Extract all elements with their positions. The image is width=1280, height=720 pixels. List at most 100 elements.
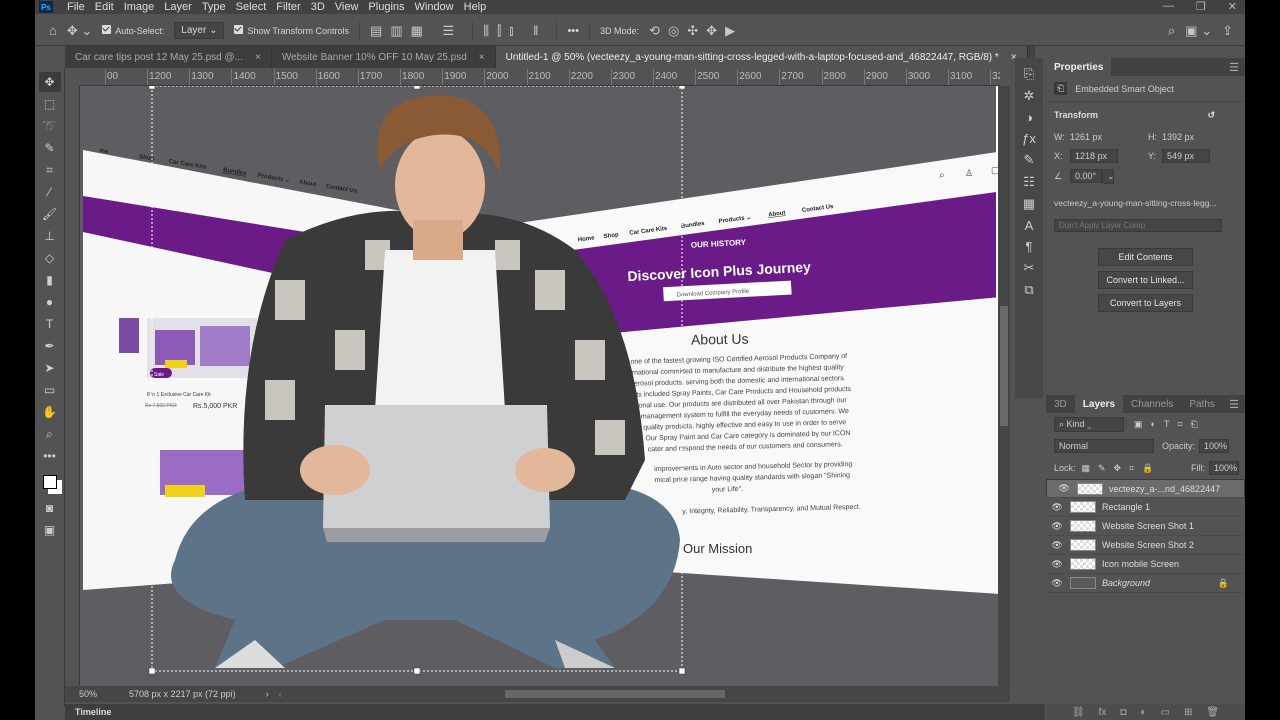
quick-select-tool-icon[interactable]: ✎ (39, 138, 61, 158)
history-icon[interactable]: ⎘ (1024, 66, 1034, 82)
marquee-tool-icon[interactable]: ⬚ (39, 94, 61, 114)
lock-icons[interactable]: ▦✎✥⌗🔒 (1082, 463, 1162, 474)
delete-layer-icon[interactable]: 🗑 (1206, 707, 1219, 718)
share-icon[interactable]: ⇪ (1222, 23, 1233, 39)
path-select-tool-icon[interactable]: ➤ (39, 358, 61, 378)
tab-layers[interactable]: Layers (1074, 395, 1124, 413)
auto-select-checkbox[interactable]: Auto-Select: (102, 24, 164, 37)
tab-car-care-tips[interactable]: Car care tips post 12 May 25.psd @... × (65, 46, 272, 68)
layer-row[interactable]: 👁 Website Screen Shot 1 (1046, 517, 1245, 536)
layer-row[interactable]: 👁 Website Screen Shot 2 (1046, 536, 1245, 555)
distribute-icons[interactable]: ⫼⫿⫾ ‖ (483, 23, 546, 39)
visibility-eye-icon[interactable]: 👁 (1053, 483, 1075, 494)
layer-select-dropdown[interactable]: Layer ⌄ (174, 22, 225, 39)
paragraph-icon[interactable]: ¶ (1026, 239, 1033, 254)
layer-row[interactable]: 👁 Icon mobile Screen (1046, 555, 1245, 574)
menu-image[interactable]: Image (124, 1, 155, 13)
eyedropper-tool-icon[interactable]: ⁄ (39, 182, 61, 202)
brushes-icon[interactable]: ✎ (1024, 152, 1035, 168)
menu-view[interactable]: View (335, 1, 359, 13)
styles-fx-icon[interactable]: ƒx (1022, 131, 1036, 146)
scroll-left-icon[interactable]: ‹ (279, 689, 282, 699)
x-input[interactable]: 1218 px (1070, 149, 1118, 163)
close-window-button[interactable]: ✕ (1228, 0, 1237, 13)
hand-tool-icon[interactable]: ✋ (39, 402, 61, 422)
add-mask-icon[interactable]: ◘ (1120, 707, 1126, 718)
properties-tab[interactable]: Properties (1046, 58, 1112, 76)
horizontal-scrollbar[interactable] (505, 690, 725, 698)
brush-tool-icon[interactable]: 🖌 (39, 204, 61, 224)
fill-input[interactable]: 100% (1209, 461, 1239, 475)
angle-input[interactable]: 0.00° (1070, 169, 1102, 183)
libraries-icon[interactable]: ▦ (1023, 196, 1035, 212)
type-tool-icon[interactable]: T (39, 314, 61, 334)
tab-channels[interactable]: Channels (1123, 395, 1181, 413)
tab-website-banner[interactable]: Website Banner 10% OFF 10 May 25.psd × (271, 46, 496, 68)
zoom-tool-icon[interactable]: ⌕ (39, 424, 61, 444)
pen-tool-icon[interactable]: ✒ (39, 336, 61, 356)
stamp-tool-icon[interactable]: ⊥ (39, 226, 61, 246)
layer-row[interactable]: 👁 Rectangle 1 (1046, 498, 1245, 517)
new-layer-icon[interactable]: ⊞ (1184, 707, 1192, 718)
visibility-eye-icon[interactable]: 👁 (1046, 502, 1068, 513)
fx-icon[interactable]: fx (1099, 707, 1107, 718)
more-tools-icon[interactable]: ••• (39, 446, 61, 466)
tab-close-icon[interactable]: × (479, 52, 485, 63)
visibility-eye-icon[interactable]: 👁 (1046, 578, 1068, 589)
vertical-scrollbar[interactable] (998, 86, 1010, 686)
gradient-tool-icon[interactable]: ▮ (39, 270, 61, 290)
panel-menu-icon[interactable]: ☰ (1229, 61, 1239, 74)
menu-filter[interactable]: Filter (276, 1, 300, 13)
reset-transform-icon[interactable]: ↺ (1207, 110, 1215, 121)
zoom-level[interactable]: 50% (65, 689, 115, 699)
tab-3d[interactable]: 3D (1046, 395, 1075, 413)
brush-settings-icon[interactable]: ✲ (1024, 88, 1035, 104)
layer-row[interactable]: 👁 vecteezy_a-...nd_46822447 (1046, 479, 1245, 498)
blend-mode-dropdown[interactable]: Normal (1054, 439, 1154, 453)
opacity-input[interactable]: 100% (1199, 439, 1230, 453)
layer-comp-dropdown[interactable]: Don't Apply Layer Comp (1054, 218, 1222, 232)
timeline-panel-tab[interactable]: Timeline (65, 704, 1045, 720)
show-transform-checkbox[interactable]: Show Transform Controls (234, 24, 349, 37)
visibility-eye-icon[interactable]: 👁 (1046, 559, 1068, 570)
restore-button[interactable]: ❐ (1196, 0, 1206, 13)
dodge-tool-icon[interactable]: ● (39, 292, 61, 312)
properties-sliders-icon[interactable]: ☷ (1023, 174, 1035, 190)
tools-presets-icon[interactable]: ✂ (1024, 260, 1035, 276)
convert-to-linked-button[interactable]: Convert to Linked... (1098, 271, 1193, 289)
angle-dropdown[interactable]: ⌄ (1102, 168, 1115, 184)
minimize-button[interactable]: — (1163, 0, 1174, 13)
screen-mode-icon[interactable]: ▣ (39, 520, 61, 540)
convert-to-layers-button[interactable]: Convert to Layers (1098, 294, 1193, 312)
adjustments-icon[interactable]: ◑ (1025, 110, 1033, 125)
y-input[interactable]: 549 px (1162, 149, 1210, 163)
visibility-eye-icon[interactable]: 👁 (1046, 521, 1068, 532)
crop-tool-icon[interactable]: ⌗ (39, 160, 61, 180)
navigator-icon[interactable]: ⧉ (1024, 282, 1033, 298)
menu-help[interactable]: Help (464, 1, 487, 13)
tab-untitled-1[interactable]: Untitled-1 @ 50% (vecteezy_a-young-man-s… (495, 46, 1028, 68)
move-tool-icon[interactable]: ✥ ⌄ (67, 23, 92, 39)
quick-mask-icon[interactable]: ◙ (39, 498, 61, 518)
menu-edit[interactable]: Edit (95, 1, 114, 13)
panel-menu-icon[interactable]: ☰ (1229, 398, 1239, 411)
rectangle-tool-icon[interactable]: ▭ (39, 380, 61, 400)
menu-layer[interactable]: Layer (164, 1, 192, 13)
3d-mode-icons[interactable]: ⟲◎✣✥▶ (649, 23, 743, 39)
layer-filter-dropdown[interactable]: ⌕ Kind ⌄ (1054, 416, 1124, 432)
layer-row[interactable]: 👁 Background 🔒 (1046, 574, 1245, 593)
more-options-button[interactable]: ••• (567, 25, 579, 37)
filter-type-icons[interactable]: ▣◐T⌗⎗ (1134, 419, 1206, 430)
adjustment-layer-icon[interactable]: ◐ (1140, 707, 1146, 718)
menu-3d[interactable]: 3D (311, 1, 325, 13)
move-tool-icon[interactable]: ✥ (38, 72, 61, 92)
menu-window[interactable]: Window (415, 1, 454, 13)
tab-close-icon[interactable]: × (255, 52, 261, 63)
character-icon[interactable]: A (1025, 218, 1034, 233)
status-expand-icon[interactable]: › (266, 689, 269, 699)
link-layers-icon[interactable]: ⛓ (1072, 707, 1085, 718)
document-canvas[interactable]: me Shop Car Care Kits Bundles Products ⌄… (80, 86, 998, 686)
search-icon[interactable]: ⌕ (1168, 23, 1175, 39)
eraser-tool-icon[interactable]: ◇ (39, 248, 61, 268)
group-icon[interactable]: ▭ (1161, 707, 1170, 718)
